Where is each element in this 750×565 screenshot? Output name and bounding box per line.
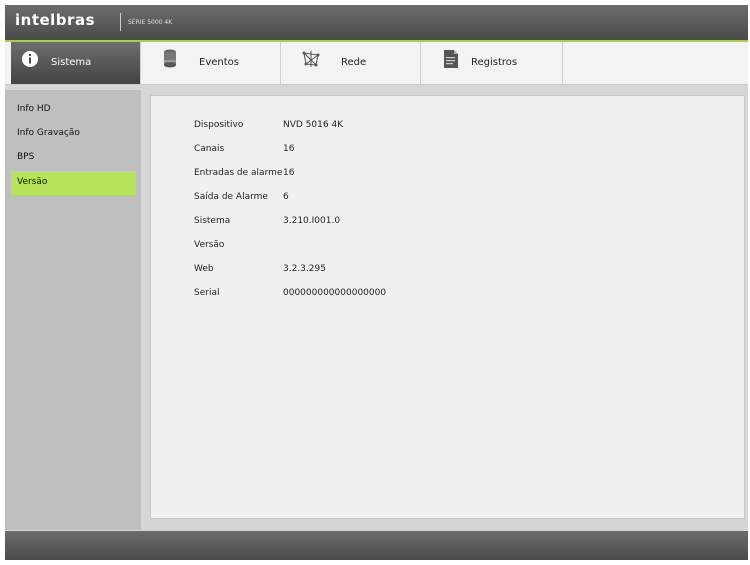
sidebar: Info HD Info Gravação BPS Versão [5,90,141,530]
series-label: SÉRIE 5000 4K [128,19,173,26]
tab-label: Eventos [199,57,239,68]
main-tab-bar: Sistema Eventos Rede Registros [5,42,748,85]
info-icon [21,50,39,71]
tab-label: Registros [471,57,518,68]
sidebar-item-info-hd[interactable]: Info HD [11,98,136,122]
info-key: Sistema [194,216,231,226]
sidebar-item-bps[interactable]: BPS [11,146,136,170]
status-bar [5,531,748,560]
info-value: 000000000000000000 [283,288,387,298]
info-key: Dispositivo [194,120,244,130]
info-value: 16 [283,144,295,154]
network-icon [301,49,321,72]
info-key: Versão [194,240,225,250]
database-icon [163,49,177,72]
brand-logo: intelbras [15,11,95,29]
document-icon [443,49,459,72]
tab-label: Sistema [51,57,92,68]
app-window: intelbras SÉRIE 5000 4K Sistema Eventos … [5,5,748,560]
info-key: Web [194,264,214,274]
info-value: 16 [283,168,295,178]
version-panel: Dispositivo NVD 5016 4K Canais 16 Entrad… [150,95,745,519]
info-key: Canais [194,144,225,154]
tab-label: Rede [341,57,367,68]
title-bar: intelbras SÉRIE 5000 4K [5,5,748,40]
tab-sistema[interactable]: Sistema [11,42,141,84]
tab-rede[interactable]: Rede [281,42,421,84]
info-key: Serial [194,288,220,298]
info-key: Entradas de alarme [194,168,283,178]
tab-eventos[interactable]: Eventos [141,42,281,84]
info-value: 6 [283,192,289,202]
info-value: 3.2.3.295 [283,264,326,274]
info-value: NVD 5016 4K [283,120,344,130]
info-key: Saída de Alarme [194,192,268,202]
info-value: 3.210.I001.0 [283,216,341,226]
logo-divider [120,13,121,31]
sidebar-item-info-gravacao[interactable]: Info Gravação [11,122,136,146]
tab-registros[interactable]: Registros [421,42,563,84]
sidebar-item-versao[interactable]: Versão [11,171,136,195]
